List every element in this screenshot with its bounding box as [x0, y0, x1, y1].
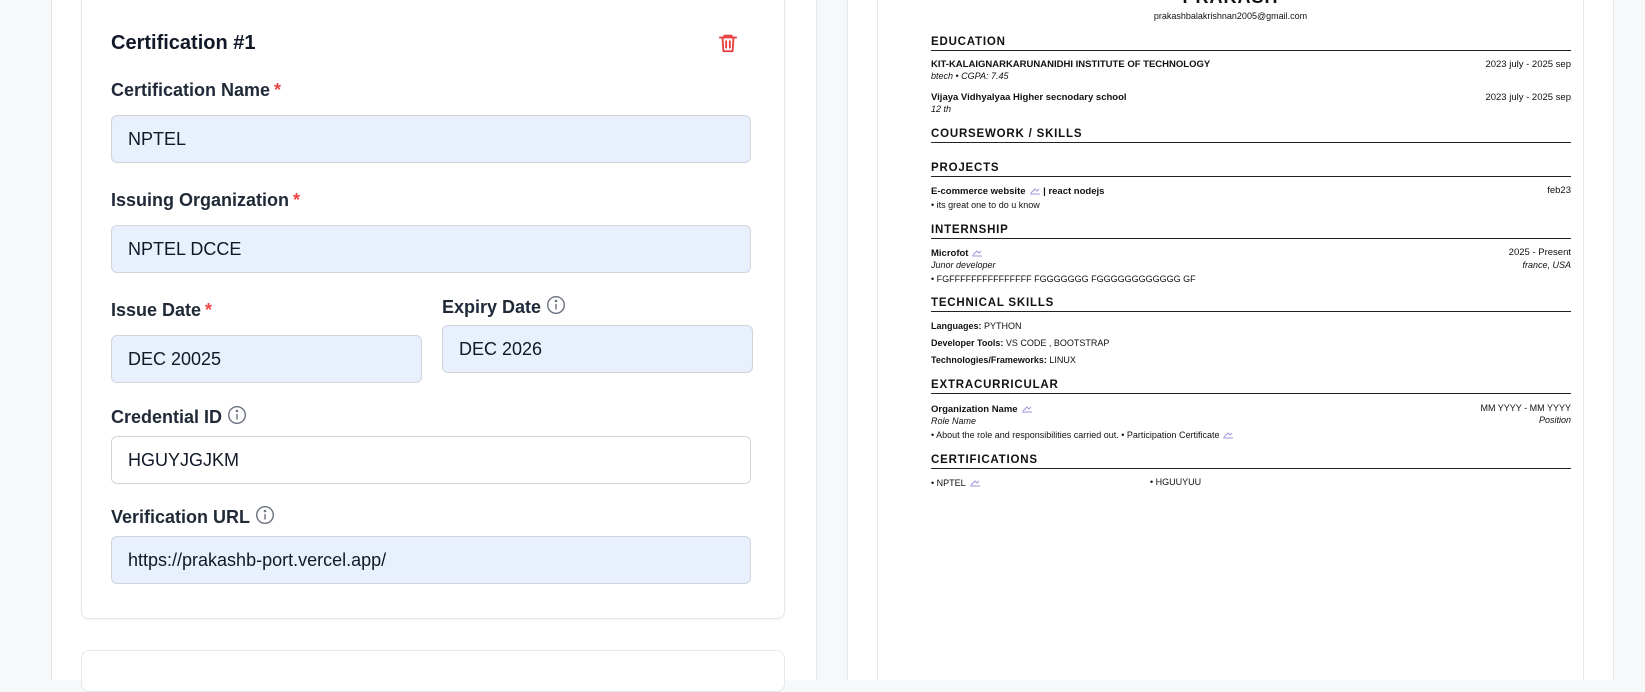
- extracurricular-org: Organization Name: [931, 404, 1018, 415]
- required-marker: *: [205, 300, 213, 320]
- extracurricular-org-row: Organization Name: [931, 403, 1033, 416]
- issue-date-label: Issue Date *: [111, 300, 213, 320]
- required-marker: *: [293, 190, 301, 210]
- credential-id-input[interactable]: [111, 436, 751, 484]
- project-title-row: E-commerce website | react nodejs: [931, 185, 1104, 198]
- section-heading-technical-skills: TECHNICAL SKILLS: [931, 297, 1571, 312]
- link-icon[interactable]: [1029, 185, 1041, 198]
- section-heading-certifications: CERTIFICATIONS: [931, 454, 1571, 469]
- delete-certification-button[interactable]: [717, 32, 741, 56]
- project-bullet: • its great one to do u know: [931, 200, 1040, 210]
- internship-role: Junor developer: [931, 260, 996, 270]
- card-title: Certification #1: [111, 32, 256, 54]
- resume-preview: PRAKASH prakashbalakrishnan2005@gmail.co…: [877, 0, 1584, 680]
- certification-item: • NPTEL: [931, 478, 966, 488]
- next-certification-card: [81, 650, 785, 692]
- education-detail: btech • CGPA: 7.45: [931, 71, 1009, 81]
- info-icon[interactable]: [546, 295, 566, 320]
- section-heading-extracurricular: EXTRACURRICULAR: [931, 379, 1571, 394]
- internship-company: Microfot: [931, 248, 969, 259]
- certification-name-label: Certification Name *: [111, 80, 282, 100]
- education-detail: 12 th: [931, 104, 952, 114]
- section-heading-internship: INTERNSHIP: [931, 224, 1571, 239]
- internship-location: france, USA: [1522, 260, 1571, 270]
- internship-dates: 2025 - Present: [1508, 247, 1571, 258]
- internship-company-row: Microfot: [931, 247, 983, 260]
- resume-email: prakashbalakrishnan2005@gmail.com: [1153, 11, 1308, 21]
- link-icon[interactable]: [1021, 403, 1033, 416]
- issuing-organization-input[interactable]: [111, 225, 751, 273]
- link-icon[interactable]: [969, 477, 981, 489]
- verification-url-input[interactable]: [111, 536, 751, 584]
- internship-bullet: • FGFFFFFFFFFFFFFFF FGGGGGGG FGGGGGGGGGG…: [931, 274, 1196, 284]
- project-date: feb23: [1547, 185, 1571, 196]
- section-heading-education: EDUCATION: [931, 36, 1571, 51]
- credential-id-label: Credential ID: [111, 405, 247, 430]
- education-school: KIT-KALAIGNARKARUNANIDHI INSTITUTE OF TE…: [931, 59, 1211, 70]
- issuing-organization-label: Issuing Organization *: [111, 190, 301, 210]
- info-icon[interactable]: [255, 505, 275, 530]
- education-school: Vijaya Vidhyalyaa Higher secnodary schoo…: [931, 92, 1127, 103]
- certification-item-row: • NPTEL: [931, 477, 981, 489]
- project-tech: | react nodejs: [1043, 186, 1105, 197]
- resume-name: PRAKASH: [878, 0, 1583, 8]
- link-icon[interactable]: [1222, 429, 1234, 441]
- info-icon[interactable]: [227, 405, 247, 430]
- issue-date-input[interactable]: [111, 335, 422, 383]
- skill-row: Languages: PYTHON: [931, 321, 1022, 331]
- skill-row: Technologies/Frameworks: LINUX: [931, 355, 1076, 365]
- extracurricular-dates: MM YYYY - MM YYYY: [1480, 403, 1571, 413]
- certification-item: • HGUUYUU: [1150, 477, 1202, 487]
- project-title: E-commerce website: [931, 186, 1026, 197]
- trash-icon: [718, 34, 738, 53]
- expiry-date-label: Expiry Date: [442, 295, 566, 320]
- section-heading-projects: PROJECTS: [931, 162, 1571, 177]
- extracurricular-bullet: • About the role and responsibilities ca…: [931, 430, 1220, 440]
- verification-url-label: Verification URL: [111, 505, 275, 530]
- education-dates: 2023 july - 2025 sep: [1485, 92, 1571, 103]
- expiry-date-input[interactable]: [442, 325, 753, 373]
- section-heading-coursework: COURSEWORK / SKILLS: [931, 128, 1571, 143]
- education-dates: 2023 july - 2025 sep: [1485, 59, 1571, 70]
- skill-row: Developer Tools: VS CODE , BOOTSTRAP: [931, 338, 1110, 348]
- extracurricular-bullet-row: • About the role and responsibilities ca…: [931, 429, 1234, 441]
- required-marker: *: [274, 80, 282, 100]
- certification-name-input[interactable]: [111, 115, 751, 163]
- link-icon[interactable]: [971, 247, 983, 260]
- extracurricular-role: Role Name: [931, 416, 977, 426]
- extracurricular-position: Position: [1538, 415, 1571, 425]
